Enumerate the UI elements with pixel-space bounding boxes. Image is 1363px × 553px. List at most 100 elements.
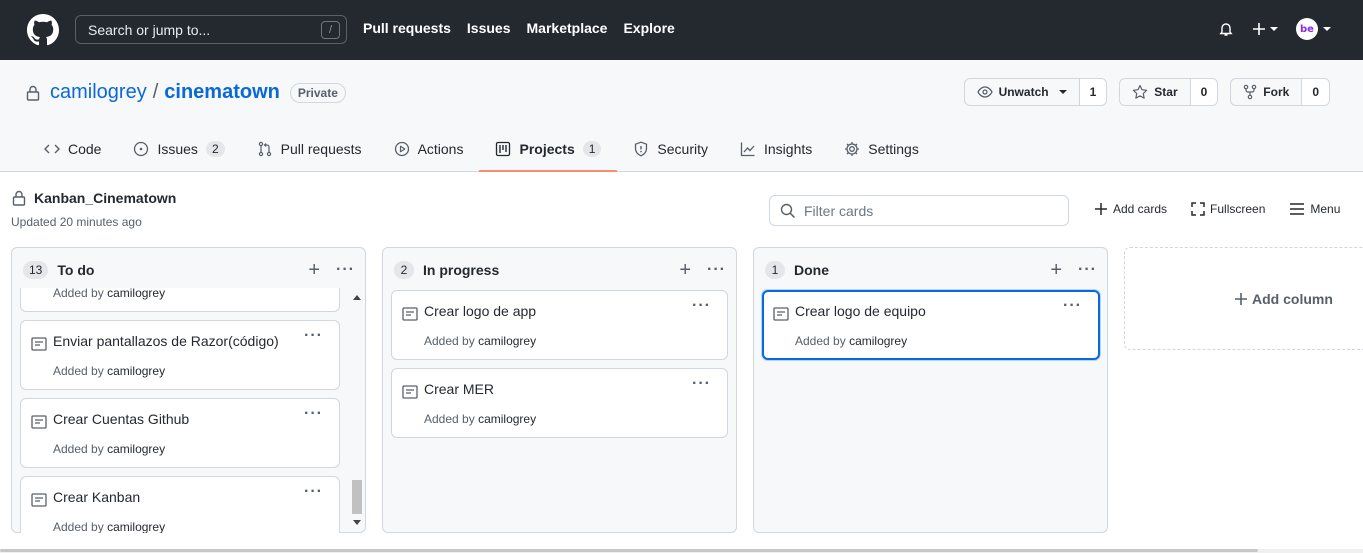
page-scrollbar-thumb[interactable] (0, 549, 1258, 552)
repo-nav: Code Issues 2 Pull requests Actions Proj… (28, 126, 935, 172)
card-meta: Added by camilogrey (424, 412, 536, 426)
tab-code[interactable]: Code (28, 126, 117, 172)
added-by-label: Added by (424, 334, 475, 348)
page-horizontal-scrollbar[interactable] (0, 549, 1363, 553)
tab-label: Security (657, 141, 708, 157)
column-card-count: 2 (394, 261, 414, 279)
card-author[interactable]: camilogrey (107, 364, 165, 378)
card-author[interactable]: camilogrey (107, 442, 165, 456)
global-header: Search or jump to... / Pull requests Iss… (0, 0, 1363, 60)
column-to-do: 13 To do + ··· Added by camilogrey Envia… (11, 247, 366, 533)
code-icon (44, 144, 60, 154)
issues-counter: 2 (205, 141, 225, 157)
column-card-count: 1 (765, 261, 785, 279)
star-button-group: Star 0 (1119, 78, 1219, 106)
user-menu[interactable]: be (1296, 18, 1331, 40)
tab-pull-requests[interactable]: Pull requests (241, 126, 378, 172)
card-menu-kebab-icon[interactable]: ··· (692, 297, 711, 315)
nav-pull-requests[interactable]: Pull requests (363, 20, 451, 36)
lock-icon (26, 85, 40, 101)
card-author[interactable]: camilogrey (478, 412, 536, 426)
card-author[interactable]: camilogrey (478, 334, 536, 348)
column-menu-kebab-icon[interactable]: ··· (1078, 262, 1097, 278)
tab-insights[interactable]: Insights (724, 126, 828, 172)
filter-cards-input[interactable]: Filter cards (769, 195, 1069, 226)
repo-owner-link[interactable]: camilogrey (50, 81, 147, 104)
repo-actions: Unwatch 1 Star 0 Fork 0 (963, 78, 1330, 106)
card[interactable]: Crear logo de app ··· Added by camilogre… (391, 290, 728, 360)
add-card-plus-icon[interactable]: + (679, 260, 691, 280)
repo-title: camilogrey / cinematown Private (26, 81, 346, 104)
tab-label: Settings (868, 141, 919, 157)
fullscreen-label: Fullscreen (1210, 202, 1266, 216)
scroll-up-arrow-icon[interactable] (353, 295, 361, 300)
create-new-icon[interactable] (1252, 22, 1278, 36)
repo-name-link[interactable]: cinematown (164, 81, 280, 104)
column-menu-kebab-icon[interactable]: ··· (336, 262, 355, 278)
chevron-down-icon (1058, 90, 1067, 94)
column-scrollbar[interactable] (351, 290, 363, 530)
card-author[interactable]: camilogrey (107, 288, 165, 300)
global-search-input[interactable]: Search or jump to... / (75, 15, 347, 44)
card-author[interactable]: camilogrey (107, 520, 165, 533)
avatar: be (1296, 18, 1318, 40)
card[interactable]: Crear Kanban ··· Added by camilogrey (20, 476, 340, 533)
column-card-list[interactable]: Added by camilogrey Enviar pantallazos d… (12, 288, 365, 533)
tab-issues[interactable]: Issues 2 (117, 126, 240, 172)
add-card-plus-icon[interactable]: + (308, 260, 320, 280)
fullscreen-icon (1191, 202, 1205, 216)
card-meta: Added by camilogrey (53, 364, 165, 378)
github-logo-icon[interactable] (27, 14, 59, 46)
fork-label: Fork (1263, 85, 1290, 99)
card-meta: Added by camilogrey (53, 442, 165, 456)
tab-security[interactable]: Security (617, 126, 724, 172)
tab-projects[interactable]: Projects 1 (479, 126, 618, 172)
project-updated: Updated 20 minutes ago (11, 215, 142, 229)
card-title: Crear Kanban (53, 489, 141, 505)
card[interactable]: Enviar pantallazos de Razor(código) ··· … (20, 320, 340, 390)
menu-button[interactable]: Menu (1289, 202, 1340, 216)
forks-count[interactable]: 0 (1302, 79, 1329, 105)
column-menu-kebab-icon[interactable]: ··· (707, 262, 726, 278)
card-meta: Added by camilogrey (53, 520, 165, 533)
unwatch-label: Unwatch (998, 85, 1049, 99)
card[interactable]: Added by camilogrey (20, 288, 340, 312)
tab-actions[interactable]: Actions (378, 126, 480, 172)
plus-icon (1235, 292, 1247, 305)
nav-issues[interactable]: Issues (467, 20, 511, 36)
card-menu-kebab-icon[interactable]: ··· (304, 483, 323, 501)
card-menu-kebab-icon[interactable]: ··· (1063, 297, 1082, 315)
card[interactable]: Crear MER ··· Added by camilogrey (391, 368, 728, 438)
star-button[interactable]: Star (1120, 79, 1191, 105)
add-column-button[interactable]: Add column (1124, 247, 1363, 350)
column-in-progress: 2 In progress + ··· Crear logo de app ··… (382, 247, 737, 533)
nav-explore[interactable]: Explore (623, 20, 674, 36)
scrollbar-thumb[interactable] (352, 480, 362, 514)
stars-count[interactable]: 0 (1190, 79, 1218, 105)
card[interactable]: Crear logo de equipo ··· Added by camilo… (762, 290, 1100, 360)
add-card-plus-icon[interactable]: + (1050, 260, 1062, 280)
added-by-label: Added by (53, 442, 104, 456)
nav-marketplace[interactable]: Marketplace (527, 20, 608, 36)
add-cards-button[interactable]: Add cards (1094, 202, 1167, 216)
card-author[interactable]: camilogrey (849, 334, 907, 348)
add-column-label: Add column (1252, 290, 1333, 307)
bell-icon[interactable] (1218, 21, 1234, 37)
card-menu-kebab-icon[interactable]: ··· (692, 375, 711, 393)
scroll-down-arrow-icon[interactable] (353, 520, 361, 525)
column-header: 13 To do + ··· (23, 260, 355, 280)
card[interactable]: Crear Cuentas Github ··· Added by camilo… (20, 398, 340, 468)
card-menu-kebab-icon[interactable]: ··· (304, 405, 323, 423)
fullscreen-button[interactable]: Fullscreen (1191, 202, 1265, 216)
card-menu-kebab-icon[interactable]: ··· (304, 327, 323, 345)
note-icon (402, 307, 418, 321)
note-icon (31, 337, 47, 351)
watchers-count[interactable]: 1 (1079, 79, 1107, 105)
play-icon (394, 141, 409, 157)
card-meta: Added by camilogrey (424, 334, 536, 348)
fork-button[interactable]: Fork (1231, 79, 1303, 105)
unwatch-button[interactable]: Unwatch (965, 79, 1080, 105)
add-cards-label: Add cards (1113, 202, 1168, 216)
added-by-label: Added by (795, 334, 846, 348)
tab-settings[interactable]: Settings (828, 126, 935, 172)
